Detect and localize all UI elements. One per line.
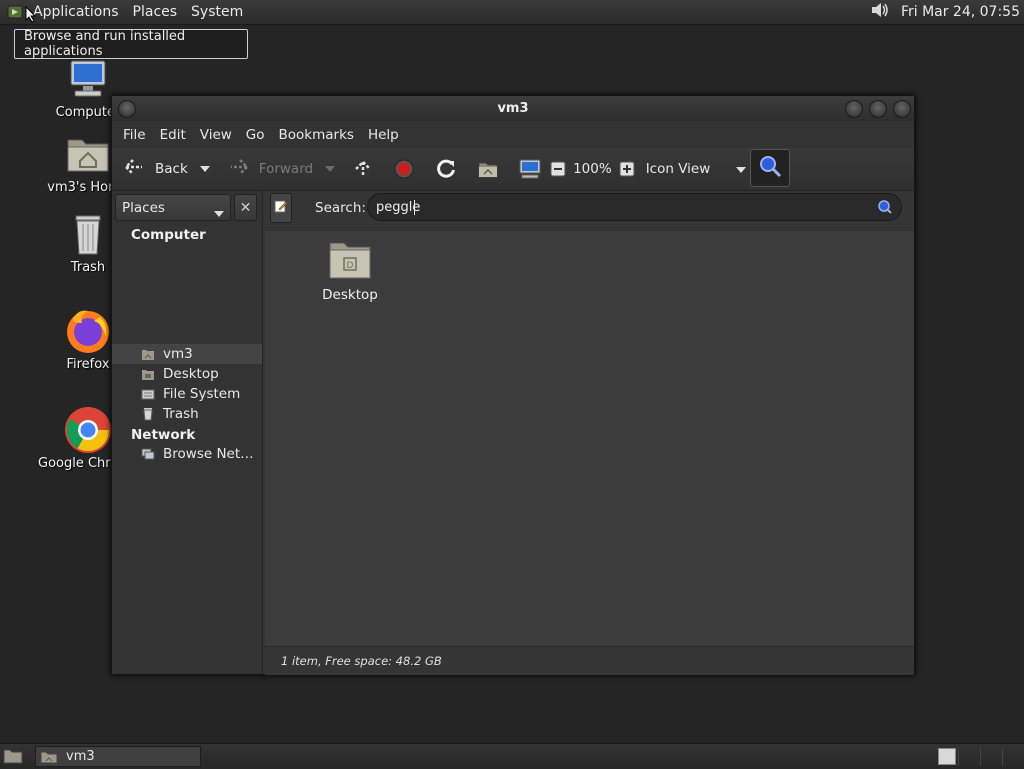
- stop-icon[interactable]: [394, 159, 414, 179]
- workspace-3[interactable]: [980, 747, 1001, 766]
- volume-icon[interactable]: [869, 0, 891, 24]
- sidebar-item-label: vm3: [163, 346, 193, 362]
- sidebar-item-trash[interactable]: Trash: [112, 404, 262, 424]
- sidebar-item-label: File System: [163, 386, 241, 402]
- desktop-folder-icon: [141, 367, 155, 381]
- search-icon[interactable]: [877, 199, 893, 219]
- chevron-down-icon: [214, 205, 224, 221]
- menu-view[interactable]: View: [193, 127, 239, 143]
- places-combo[interactable]: Places: [115, 194, 231, 221]
- sidebar: Places ✕ Computer vm3 Desktop File Syste…: [112, 191, 263, 674]
- search-field[interactable]: [367, 193, 902, 221]
- sidebar-heading-network: Network: [131, 427, 196, 443]
- menubar: File Edit View Go Bookmarks Help: [112, 121, 914, 148]
- chevron-down-icon: [736, 161, 747, 177]
- statusbar: 1 item, Free space: 48.2 GB: [265, 646, 914, 675]
- file-item-desktop[interactable]: D Desktop: [315, 239, 385, 303]
- window-title: vm3: [497, 101, 529, 116]
- places-menu[interactable]: Places: [126, 4, 185, 20]
- file-manager-window: vm3 File Edit View Go Bookmarks Help Bac…: [111, 95, 915, 675]
- menu-edit[interactable]: Edit: [153, 127, 193, 143]
- minimize-button[interactable]: [845, 100, 863, 118]
- taskbar-item-vm3[interactable]: vm3: [35, 746, 201, 767]
- search-bar: Search:: [265, 191, 914, 231]
- file-item-label: Desktop: [322, 287, 378, 303]
- view-mode-combo[interactable]: Icon View: [646, 161, 747, 177]
- content-pane: Search: D Desktop: [265, 191, 914, 646]
- computer-icon: [64, 55, 112, 103]
- clock[interactable]: Fri Mar 24, 07:55: [901, 4, 1020, 20]
- back-arrow-icon: [122, 157, 146, 181]
- search-toggle-button[interactable]: [750, 149, 790, 187]
- window-titlebar[interactable]: vm3: [112, 96, 914, 121]
- tooltip-text: Browse and run installed applications: [24, 29, 186, 59]
- firefox-icon: [64, 307, 112, 355]
- search-input[interactable]: [376, 198, 866, 216]
- sidebar-item-desktop[interactable]: Desktop: [112, 364, 262, 384]
- chrome-icon: [64, 406, 112, 454]
- maximize-button[interactable]: [869, 100, 887, 118]
- sidebar-item-label: Trash: [163, 406, 199, 422]
- back-label: Back: [155, 161, 188, 177]
- menu-bookmarks[interactable]: Bookmarks: [272, 127, 361, 143]
- workspace-1[interactable]: [938, 748, 956, 765]
- forward-button[interactable]: Forward: [227, 157, 313, 181]
- mouse-cursor-icon: [25, 5, 37, 27]
- top-panel: Applications Places System Fri Mar 24, 0…: [0, 0, 1024, 25]
- home-folder-icon: [141, 347, 155, 361]
- forward-history-dropdown[interactable]: [325, 166, 336, 172]
- view-mode-label: Icon View: [645, 161, 711, 177]
- home-folder-icon: [64, 130, 112, 178]
- forward-arrow-icon: [227, 157, 251, 181]
- search-label: Search:: [315, 200, 366, 216]
- close-icon: ✕: [239, 199, 252, 216]
- status-text: 1 item, Free space: 48.2 GB: [281, 654, 442, 668]
- trash-icon: [141, 407, 155, 421]
- folder-icon: [40, 750, 58, 764]
- tooltip: Browse and run installed applications: [14, 29, 248, 59]
- menu-go[interactable]: Go: [239, 127, 272, 143]
- sidebar-item-vm3-row[interactable]: vm3: [112, 344, 262, 364]
- sidebar-item-browse-network[interactable]: Browse Net…: [112, 444, 262, 464]
- taskbar-item-label: vm3: [66, 749, 95, 764]
- sidebar-item-label: Browse Net…: [163, 446, 254, 462]
- search-icon: [757, 153, 783, 183]
- back-history-dropdown[interactable]: [199, 166, 210, 172]
- zoom-level[interactable]: 100%: [573, 161, 612, 177]
- forward-label: Forward: [258, 161, 314, 177]
- up-arrow-icon[interactable]: [352, 158, 374, 180]
- text-caret: [414, 200, 415, 215]
- edit-location-button[interactable]: [270, 193, 292, 223]
- zoom-in-icon[interactable]: [619, 161, 635, 177]
- window-menu-button[interactable]: [118, 100, 136, 118]
- workspace-4[interactable]: [1002, 747, 1023, 766]
- pencil-icon: [274, 199, 288, 217]
- sidebar-heading-computer: Computer: [131, 227, 206, 243]
- computer-icon[interactable]: [518, 158, 542, 180]
- network-icon: [141, 447, 155, 461]
- system-menu[interactable]: System: [184, 4, 250, 20]
- menu-file[interactable]: File: [116, 127, 153, 143]
- sidebar-item-label: Desktop: [163, 366, 219, 382]
- toolbar: Back Forward 100% Icon View: [112, 148, 914, 191]
- places-combo-label: Places: [122, 199, 165, 216]
- applications-menu-icon[interactable]: [6, 3, 24, 21]
- back-button[interactable]: Back: [122, 157, 188, 181]
- home-icon[interactable]: [477, 159, 499, 179]
- close-button[interactable]: [893, 100, 911, 118]
- trash-icon: [64, 210, 112, 258]
- drive-icon: [141, 387, 155, 401]
- workspace-2[interactable]: [958, 747, 979, 766]
- reload-icon[interactable]: [435, 158, 457, 180]
- applications-menu[interactable]: Applications: [26, 4, 126, 20]
- desktop-folder-icon: D: [327, 239, 373, 281]
- svg-text:D: D: [347, 261, 354, 271]
- menu-help[interactable]: Help: [361, 127, 406, 143]
- zoom-out-icon[interactable]: [550, 161, 566, 177]
- sidebar-item-file-system[interactable]: File System: [112, 384, 262, 404]
- bottom-panel: vm3: [0, 743, 1024, 769]
- close-sidebar-button[interactable]: ✕: [234, 194, 257, 221]
- show-desktop-icon[interactable]: [2, 747, 24, 765]
